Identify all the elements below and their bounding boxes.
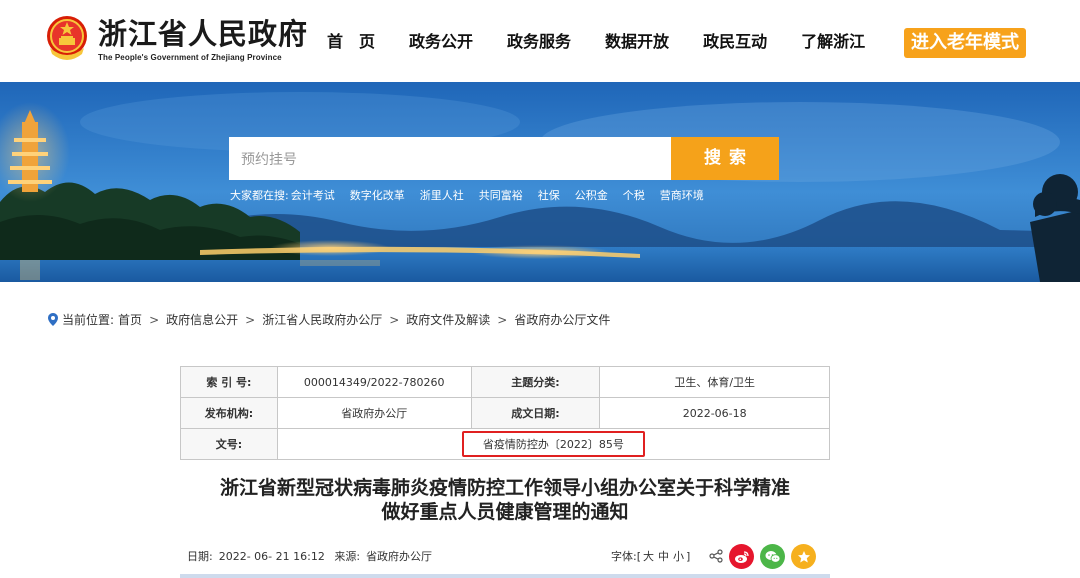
document-number-label: 文号: — [180, 428, 278, 460]
main-nav: 首页 政务公开 政务服务 数据开放 政民互动 了解浙江 — [327, 28, 899, 56]
breadcrumb-office-documents[interactable]: 省政府办公厅文件 — [514, 311, 610, 328]
table-row: 文号: 省疫情防控办〔2022〕85号 — [180, 428, 831, 460]
star-icon — [797, 550, 810, 562]
breadcrumb-home[interactable]: 首页 — [118, 311, 142, 328]
hot-search-list: 大家都在搜: 会计考试 数字化改革 浙里人社 共同富裕 社保 公积金 个税 营商… — [230, 187, 719, 203]
written-date-value: 2022-06-18 — [599, 397, 830, 429]
location-pin-icon — [48, 313, 58, 326]
table-row: 索 引 号: 000014349/2022-780260 主题分类: 卫生、体育… — [180, 366, 830, 398]
hot-search-item[interactable]: 会计考试 — [291, 187, 335, 203]
font-size-medium[interactable]: 中 — [658, 550, 669, 563]
wechat-icon — [765, 550, 780, 563]
weibo-share-button[interactable] — [729, 544, 754, 569]
wechat-share-button[interactable] — [760, 544, 785, 569]
breadcrumb-general-office[interactable]: 浙江省人民政府办公厅 — [262, 311, 382, 328]
source-label: 来源: — [334, 550, 361, 563]
favorite-button[interactable] — [791, 544, 816, 569]
chevron-right-icon: > — [149, 312, 160, 327]
site-header: 浙江省人民政府 The People's Government of Zheji… — [0, 0, 1080, 82]
share-icon[interactable] — [709, 549, 723, 563]
breadcrumb-gov-documents[interactable]: 政府文件及解读 — [406, 311, 490, 328]
font-size-label: 字体: — [611, 550, 637, 563]
font-size-selector: 字体:[大中小] — [611, 548, 690, 564]
hot-search-label: 大家都在搜: — [230, 189, 289, 202]
breadcrumb-label: 当前位置: — [62, 313, 115, 327]
hot-search-item[interactable]: 浙里人社 — [420, 187, 464, 203]
weibo-icon — [734, 550, 749, 563]
source-value: 省政府办公厅 — [366, 550, 433, 563]
document-info-table: 索 引 号: 000014349/2022-780260 主题分类: 卫生、体育… — [180, 366, 831, 460]
font-size-bracket-open: [ — [636, 550, 642, 563]
subject-category-label: 主题分类: — [470, 366, 601, 398]
article-meta: 日期: 2022- 06- 21 16:12 来源: 省政府办公厅 — [187, 548, 438, 564]
index-number-label: 索 引 号: — [180, 366, 278, 398]
breadcrumb-gov-info-open[interactable]: 政府信息公开 — [166, 311, 238, 328]
date-value: 2022- 06- 21 16:12 — [218, 550, 325, 563]
chevron-right-icon: > — [497, 312, 508, 327]
article-title-line-2: 做好重点人员健康管理的通知 — [381, 501, 629, 523]
document-number-value: 省疫情防控办〔2022〕85号 — [461, 431, 645, 457]
nav-open-data[interactable]: 数据开放 — [605, 28, 669, 56]
content-divider — [180, 574, 830, 578]
west-lake-night-scene — [0, 82, 1080, 282]
date-label: 日期: — [187, 550, 213, 563]
nav-gov-services[interactable]: 政务服务 — [507, 28, 571, 56]
chevron-right-icon: > — [389, 312, 400, 327]
hero-banner — [0, 82, 1080, 282]
font-size-bracket-close: ] — [686, 550, 691, 563]
hot-search-item[interactable]: 公积金 — [575, 187, 608, 203]
nav-gov-affairs-open[interactable]: 政务公开 — [409, 28, 473, 56]
elder-mode-button[interactable]: 进入老年模式 — [904, 28, 1026, 58]
subject-category-value: 卫生、体育/卫生 — [599, 366, 830, 398]
document-number-cell: 省疫情防控办〔2022〕85号 — [276, 428, 831, 460]
written-date-label: 成文日期: — [470, 397, 601, 429]
national-emblem-icon — [47, 16, 87, 60]
font-size-small[interactable]: 小 — [673, 550, 684, 563]
logo-subtitle: The People's Government of Zhejiang Prov… — [98, 52, 282, 62]
search-button[interactable]: 搜索 — [671, 137, 779, 180]
hot-search-item[interactable]: 个税 — [623, 187, 645, 203]
font-size-large[interactable]: 大 — [643, 550, 654, 563]
table-row: 发布机构: 省政府办公厅 成文日期: 2022-06-18 — [180, 397, 830, 429]
article-title: 浙江省新型冠状病毒肺炎疫情防控工作领导小组办公室关于科学精准 做好重点人员健康管… — [150, 476, 860, 524]
index-number-value: 000014349/2022-780260 — [276, 366, 472, 398]
nav-about-zhejiang[interactable]: 了解浙江 — [801, 28, 865, 56]
nav-interaction[interactable]: 政民互动 — [703, 28, 767, 56]
site-logo[interactable]: 浙江省人民政府 The People's Government of Zheji… — [44, 14, 308, 64]
hot-search-item[interactable]: 社保 — [538, 187, 560, 203]
chevron-right-icon: > — [245, 312, 256, 327]
breadcrumb: 当前位置: 首页 > 政府信息公开 > 浙江省人民政府办公厅 > 政府文件及解读… — [48, 311, 610, 328]
hot-search-item[interactable]: 营商环境 — [660, 187, 704, 203]
article-title-line-1: 浙江省新型冠状病毒肺炎疫情防控工作领导小组办公室关于科学精准 — [219, 477, 790, 499]
hot-search-item[interactable]: 数字化改革 — [350, 187, 405, 203]
logo-title: 浙江省人民政府 — [98, 16, 309, 51]
issuer-value: 省政府办公厅 — [276, 397, 472, 429]
search-input[interactable]: 预约挂号 — [229, 137, 671, 180]
hot-search-item[interactable]: 共同富裕 — [479, 187, 523, 203]
nav-home[interactable]: 首页 — [327, 28, 391, 56]
issuer-label: 发布机构: — [180, 397, 278, 429]
